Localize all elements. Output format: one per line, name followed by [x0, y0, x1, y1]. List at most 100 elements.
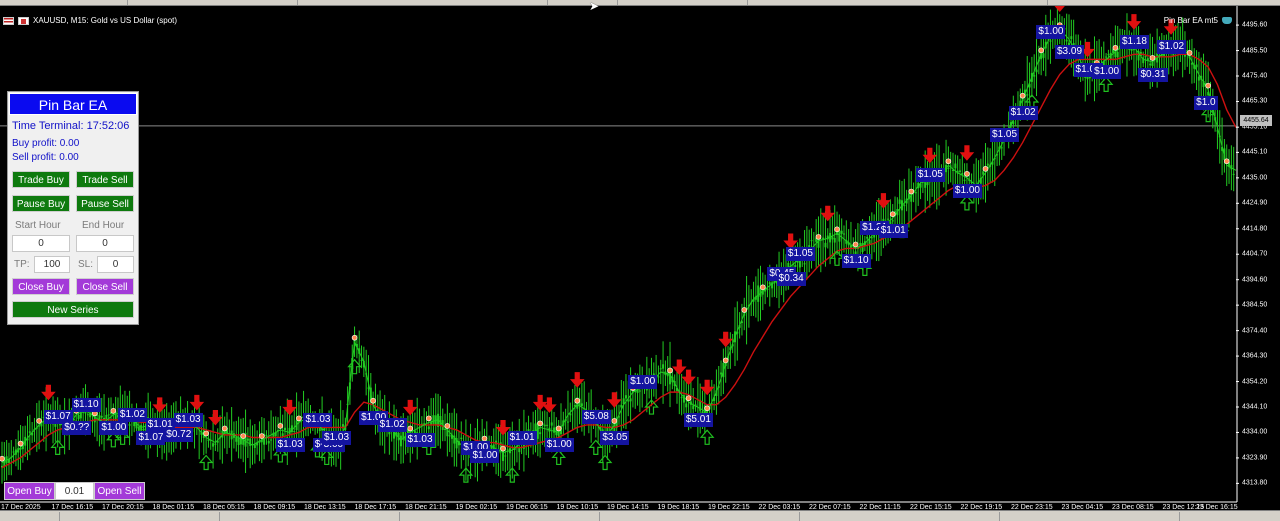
tab-segment[interactable]: [0, 512, 60, 521]
candle-body: [86, 414, 89, 416]
trade-marker: [667, 367, 673, 374]
price-chart[interactable]: XAUUSD, M15: Gold vs US Dollar (spot) Pi…: [0, 6, 1280, 521]
candle-body: [235, 436, 238, 442]
candle-body: [680, 397, 683, 399]
profit-label: $0.31: [1138, 67, 1168, 82]
pause-buy-button[interactable]: Pause Buy: [12, 195, 70, 212]
candle-body: [12, 451, 15, 453]
trade-marker: [258, 433, 265, 439]
trade-marker: [221, 425, 228, 432]
price-tick-label: 4323.90: [1242, 454, 1268, 462]
trade-buy-button[interactable]: Trade Buy: [12, 171, 70, 188]
tp-label: TP:: [14, 259, 30, 270]
start-hour-label: Start Hour: [15, 220, 61, 231]
tab-segment[interactable]: [298, 0, 548, 5]
candle-body: [212, 443, 215, 447]
candle-body: [963, 179, 966, 181]
candle-body: [77, 414, 80, 420]
trade-marker: [36, 418, 42, 424]
candle-body: [427, 426, 430, 430]
price-tick-label: 4495.60: [1242, 21, 1268, 29]
trade-marker: [1038, 47, 1044, 54]
tab-segment[interactable]: [400, 512, 600, 521]
candle-body: [214, 443, 217, 445]
candle-body: [1035, 69, 1038, 73]
profit-label: $1.03: [303, 412, 333, 427]
profit-label: $1.00: [628, 375, 658, 390]
tab-segment[interactable]: [618, 0, 748, 5]
price-tick-label: 4445.10: [1242, 148, 1268, 156]
trade-marker: [964, 171, 970, 177]
profit-label: $1.10: [841, 254, 871, 269]
candle-body: [580, 403, 583, 407]
price-tick-label: 4414.80: [1242, 225, 1268, 233]
sell-arrow-icon: [672, 359, 687, 376]
ea-title-text: Pin Bar EA mt5: [1163, 16, 1218, 25]
tab-segment[interactable]: [800, 512, 1000, 521]
candle-body: [28, 431, 31, 433]
profit-label: $5.08: [581, 410, 611, 425]
tab-segment[interactable]: [1000, 512, 1180, 521]
symbol-title-text: XAUUSD, M15: Gold vs US Dollar (spot): [33, 16, 178, 25]
profit-label: $1.02: [1008, 105, 1038, 120]
tab-segment[interactable]: [128, 0, 298, 5]
price-line: [1, 28, 1237, 464]
candle-body: [803, 263, 806, 265]
candle-body: [1033, 75, 1036, 77]
start-hour-input[interactable]: 0: [12, 235, 70, 252]
candle-body: [1049, 40, 1052, 42]
candle-body: [504, 455, 507, 457]
candle-body: [768, 282, 771, 285]
candle-body: [947, 167, 950, 170]
trade-marker: [704, 405, 710, 412]
candle-body: [891, 220, 894, 222]
tab-segment[interactable]: [548, 0, 618, 5]
price-tick-label: 4424.90: [1242, 199, 1268, 207]
candle-body: [107, 414, 110, 416]
candle-body: [1151, 62, 1154, 66]
trade-marker: [407, 425, 414, 432]
pause-sell-button[interactable]: Pause Sell: [76, 195, 134, 212]
lot-size-input[interactable]: 0.01: [55, 482, 94, 500]
ea-title: Pin Bar EA mt5: [1164, 16, 1232, 25]
tab-segment[interactable]: [220, 512, 400, 521]
close-buy-button[interactable]: Close Buy: [12, 278, 70, 295]
profit-label: $1.02: [1157, 39, 1187, 54]
candle-body: [833, 238, 836, 243]
tab-segment[interactable]: [748, 0, 1048, 5]
chart-canvas[interactable]: [0, 6, 1280, 521]
profit-label: $1.05: [915, 168, 945, 183]
tp-input[interactable]: 100: [34, 256, 70, 273]
candle-body: [566, 421, 569, 423]
tab-segment[interactable]: [600, 512, 800, 521]
price-tick-label: 4313.80: [1242, 479, 1268, 487]
trade-sell-button[interactable]: Trade Sell: [76, 171, 134, 188]
trade-marker: [741, 307, 748, 313]
tab-segment[interactable]: [0, 0, 128, 5]
candle-body: [1116, 51, 1119, 58]
close-sell-button[interactable]: Close Sell: [76, 278, 134, 295]
profit-label: $5.01: [683, 413, 713, 428]
profit-label: $1.00: [99, 420, 129, 435]
tab-segment[interactable]: [60, 512, 220, 521]
sl-input[interactable]: 0: [97, 256, 134, 273]
profit-label: $1.10: [71, 397, 101, 412]
candle-body: [914, 192, 917, 194]
candle-body: [620, 404, 623, 408]
candle-body: [1065, 39, 1068, 42]
price-axis: 4495.60 4485.50 4475.40 4465.30 4455.10 4445.…: [1238, 6, 1280, 521]
candle-body: [824, 242, 827, 248]
new-series-button[interactable]: New Series: [12, 301, 134, 318]
candle-body: [720, 372, 723, 375]
open-sell-button[interactable]: Open Sell: [94, 482, 145, 500]
candle-body: [986, 163, 989, 166]
trade-marker: [537, 420, 543, 427]
profit-label: $1.07: [136, 430, 166, 445]
candle-body: [870, 237, 873, 239]
trade-marker: [908, 188, 915, 195]
end-hour-input[interactable]: 0: [76, 235, 134, 252]
candle-body: [1144, 55, 1147, 58]
trade-marker: [555, 425, 562, 432]
time-terminal: Time Terminal: 17:52:06: [12, 120, 130, 132]
open-buy-button[interactable]: Open Buy: [4, 482, 55, 500]
